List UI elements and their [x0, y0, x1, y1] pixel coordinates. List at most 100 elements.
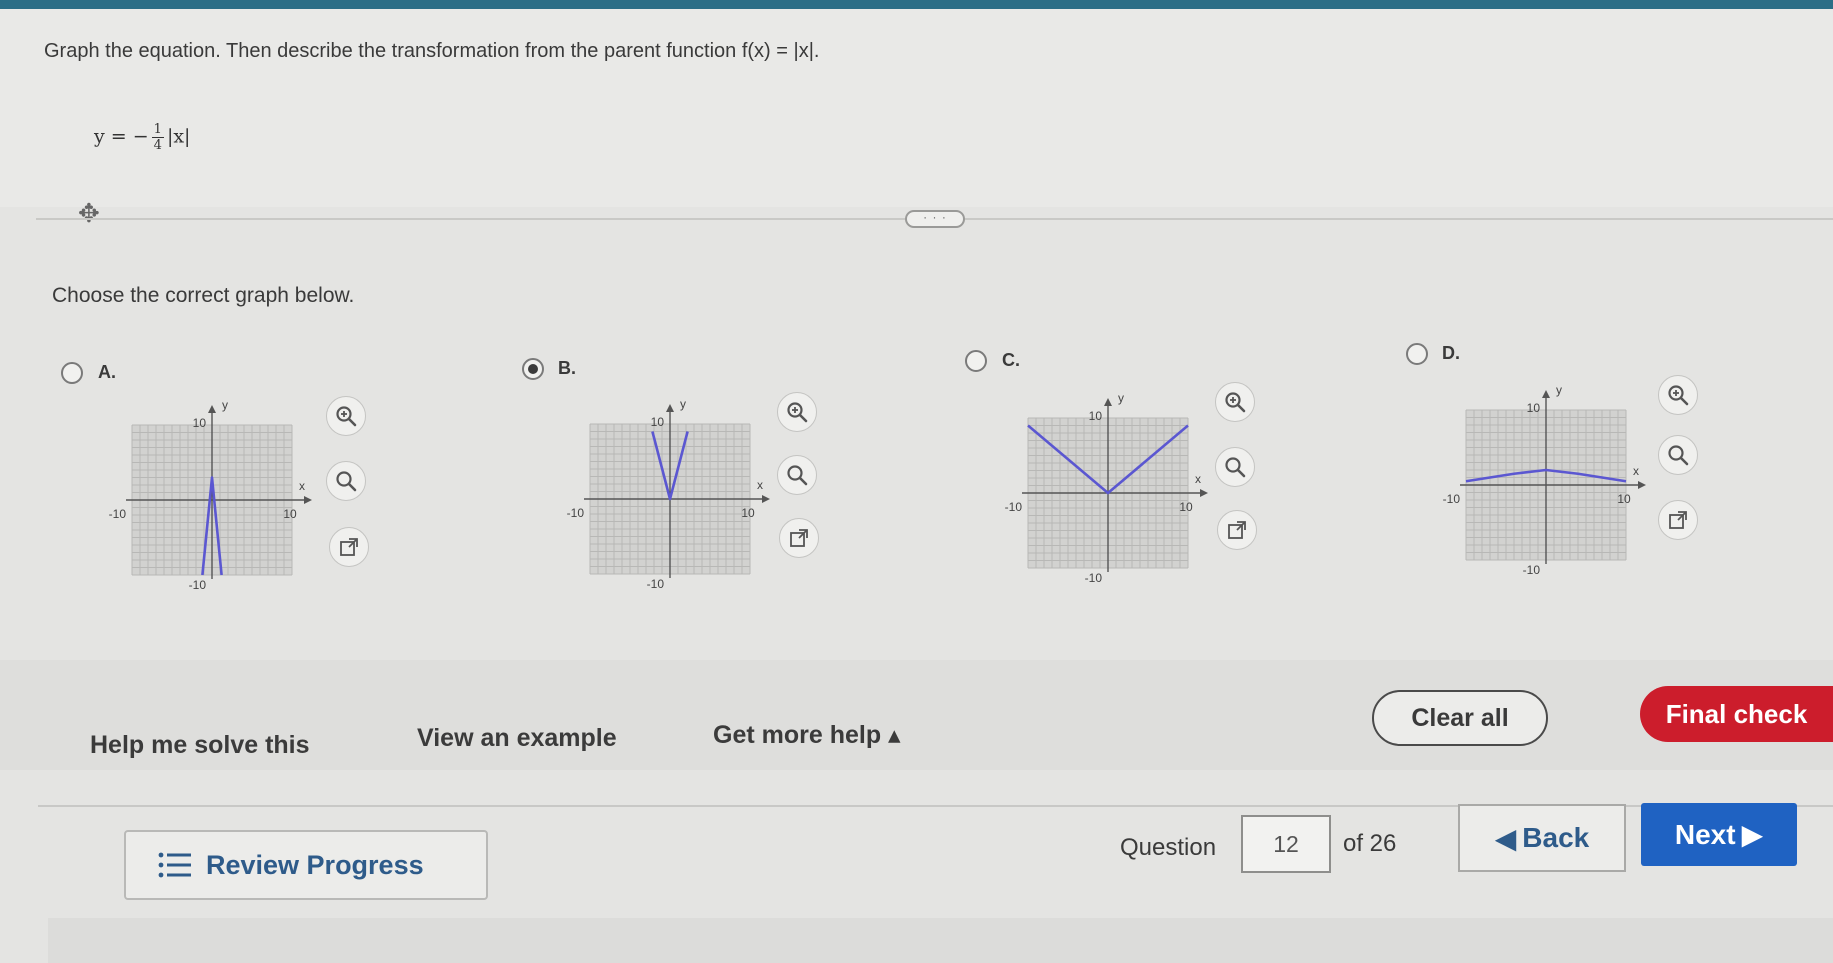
x-axis-arrow [1200, 489, 1208, 497]
option-a-radio[interactable] [61, 362, 83, 384]
x-axis-arrow [762, 495, 770, 503]
x-axis-label: x [757, 478, 763, 492]
option-d-zoom-in-button[interactable] [1658, 375, 1698, 415]
option-b-zoom-out-button[interactable] [777, 455, 817, 495]
review-progress-label: Review Progress [206, 849, 424, 880]
option-a-graph[interactable]: -10 10 10 -10 x y [104, 395, 324, 600]
x-axis-label: x [1633, 464, 1639, 478]
question-prompt: Graph the equation. Then describe the tr… [44, 40, 820, 62]
graph-svg: -10 10 10 -10 x y [1443, 383, 1646, 577]
option-d-label: D. [1442, 343, 1460, 363]
y-min-label: -10 [1523, 563, 1541, 577]
review-progress-button[interactable]: Review Progress [124, 830, 488, 900]
next-label: Next [1674, 818, 1736, 850]
bottom-strip [48, 918, 1833, 963]
equation-numerator: 1 [151, 122, 164, 138]
view-example-link[interactable]: View an example [417, 724, 617, 753]
option-b-radio[interactable] [522, 358, 544, 380]
equation-fraction: 14 [151, 122, 164, 153]
zoom-in-icon [1668, 385, 1689, 406]
x-max-label: 10 [1179, 500, 1193, 514]
option-a-zoom-in-button[interactable] [326, 396, 366, 436]
zoom-out-icon [336, 471, 357, 492]
equation: y = −1 4 |x| [94, 122, 190, 153]
instruction-text: Choose the correct graph below. [52, 284, 355, 307]
y-max-label: 10 [1089, 409, 1103, 423]
question-number-input[interactable] [1241, 815, 1331, 873]
zoom-out-icon [787, 465, 808, 486]
y-axis-arrow [1542, 390, 1550, 398]
x-min-label: -10 [567, 506, 585, 520]
equation-denominator: 4 [153, 138, 162, 153]
option-c-zoom-out-button[interactable] [1215, 447, 1255, 487]
option-b-popout-button[interactable] [779, 518, 819, 558]
x-min-label: -10 [109, 507, 127, 521]
option-b-graph[interactable]: -10 10 10 -10 x y [562, 394, 782, 599]
y-min-label: -10 [647, 577, 665, 591]
y-min-label: -10 [189, 578, 207, 592]
x-axis-label: x [299, 479, 305, 493]
equation-lhs: y = − [94, 125, 149, 148]
back-button[interactable]: ◀ Back [1458, 804, 1626, 872]
list-icon [158, 852, 191, 878]
option-a-label: A. [98, 362, 116, 382]
x-min-label: -10 [1005, 500, 1023, 514]
get-more-help-link[interactable]: Get more help ▴ [713, 720, 901, 750]
y-axis-arrow [1104, 398, 1112, 406]
option-c-graph[interactable]: -10 10 10 -10 x y [1000, 388, 1220, 593]
divider-handle[interactable]: · · · [905, 210, 965, 228]
option-a-popout-button[interactable] [329, 527, 369, 567]
back-label: Back [1522, 822, 1590, 853]
popout-icon [1228, 521, 1246, 539]
option-c-radio[interactable] [965, 350, 987, 372]
y-axis-arrow [666, 404, 674, 412]
move-icon[interactable]: ✥ [78, 198, 100, 229]
graph-svg: -10 10 10 -10 x y [1005, 391, 1208, 585]
popout-icon [790, 529, 808, 547]
option-d-zoom-out-button[interactable] [1658, 435, 1698, 475]
option-a-zoom-out-button[interactable] [326, 461, 366, 501]
y-axis-label: y [680, 397, 686, 411]
option-b-label: B. [558, 358, 576, 378]
caret-left-icon: ◀ [1494, 822, 1517, 854]
x-min-label: -10 [1443, 492, 1461, 506]
next-button[interactable]: Next ▶ [1641, 803, 1797, 866]
clear-all-button[interactable]: Clear all [1372, 690, 1548, 746]
x-axis-arrow [1638, 481, 1646, 489]
y-axis-label: y [1118, 391, 1124, 405]
top-accent-bar [0, 0, 1833, 9]
x-axis-arrow [304, 496, 312, 504]
zoom-in-icon [787, 402, 808, 423]
question-panel [0, 9, 1833, 207]
zoom-in-icon [336, 406, 357, 427]
x-max-label: 10 [741, 506, 755, 520]
x-axis-label: x [1195, 472, 1201, 486]
y-axis-arrow [208, 405, 216, 413]
option-b-zoom-in-button[interactable] [777, 392, 817, 432]
final-check-button[interactable]: Final check [1640, 686, 1833, 742]
y-axis-label: y [1556, 383, 1562, 397]
x-max-label: 10 [283, 507, 297, 521]
question-label: Question [1120, 834, 1217, 861]
question-total: of 26 [1343, 830, 1397, 857]
option-d-graph[interactable]: -10 10 10 -10 x y [1438, 380, 1658, 585]
popout-icon [1669, 511, 1687, 529]
help-me-solve-link[interactable]: Help me solve this [90, 731, 310, 760]
popout-icon [340, 538, 358, 556]
equation-rhs: |x| [166, 125, 191, 148]
option-d-radio[interactable] [1406, 343, 1428, 365]
y-axis-label: y [222, 398, 228, 412]
option-c-zoom-in-button[interactable] [1215, 382, 1255, 422]
y-min-label: -10 [1085, 571, 1103, 585]
option-c-popout-button[interactable] [1217, 510, 1257, 550]
graph-svg: -10 10 10 -10 x y [567, 397, 770, 591]
graph-svg: -10 10 10 -10 x y [109, 398, 312, 592]
option-d-popout-button[interactable] [1658, 500, 1698, 540]
zoom-in-icon [1225, 392, 1246, 413]
y-max-label: 10 [193, 416, 207, 430]
x-max-label: 10 [1617, 492, 1631, 506]
zoom-out-icon [1668, 445, 1689, 466]
y-max-label: 10 [1527, 401, 1541, 415]
option-c-label: C. [1002, 350, 1020, 370]
zoom-out-icon [1225, 457, 1246, 478]
